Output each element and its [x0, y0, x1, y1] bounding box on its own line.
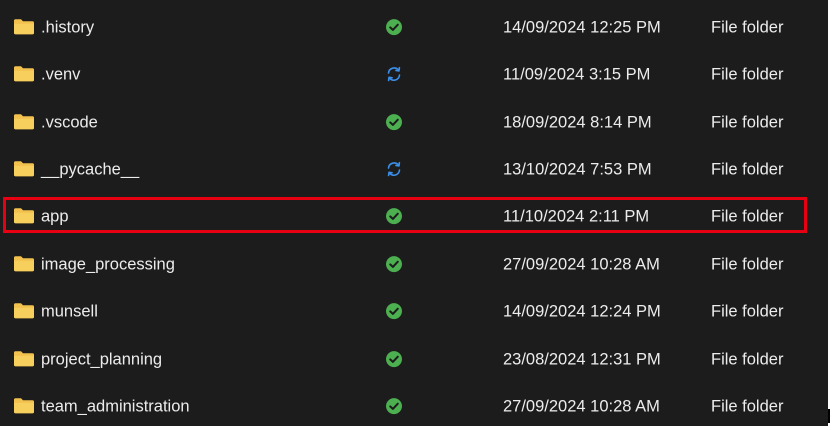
folder-icon	[13, 397, 35, 413]
synced-status-icon	[385, 350, 403, 368]
date-modified: 23/08/2024 12:31 PM	[503, 350, 661, 368]
file-name: .vscode	[41, 113, 98, 131]
file-name: app	[41, 207, 69, 225]
folder-icon	[13, 255, 35, 271]
file-name: image_processing	[41, 255, 175, 273]
file-list: .history 14/09/2024 12:25 PM File folder…	[0, 0, 828, 426]
edge-mark	[828, 409, 830, 423]
folder-icon	[13, 160, 35, 176]
file-type: File folder	[711, 18, 784, 36]
file-type: File folder	[711, 160, 784, 178]
synced-status-icon	[385, 18, 403, 36]
file-type: File folder	[711, 65, 784, 83]
folder-icon	[13, 207, 35, 223]
folder-icon	[13, 113, 35, 129]
date-modified: 14/09/2024 12:24 PM	[503, 302, 661, 320]
synced-status-icon	[385, 207, 403, 225]
folder-icon	[13, 65, 35, 81]
folder-icon	[13, 302, 35, 318]
folder-icon	[13, 18, 35, 34]
file-row-vscode[interactable]: .vscode 18/09/2024 8:14 PM File folder	[0, 99, 828, 146]
date-modified: 14/09/2024 12:25 PM	[503, 18, 661, 36]
date-modified: 11/10/2024 2:11 PM	[503, 207, 650, 225]
file-row-project-planning[interactable]: project_planning 23/08/2024 12:31 PM Fil…	[0, 336, 828, 383]
file-name: team_administration	[41, 397, 190, 415]
sync-pending-icon	[385, 160, 403, 178]
synced-status-icon	[385, 255, 403, 273]
file-type: File folder	[711, 255, 784, 273]
date-modified: 11/09/2024 3:15 PM	[503, 65, 651, 83]
file-type: File folder	[711, 397, 784, 415]
sync-pending-icon	[385, 65, 403, 83]
file-type: File folder	[711, 302, 784, 320]
synced-status-icon	[385, 397, 403, 415]
date-modified: 27/09/2024 10:28 AM	[503, 255, 660, 273]
file-row-pycache[interactable]: __pycache__ 13/10/2024 7:53 PM File fold…	[0, 146, 828, 193]
file-type: File folder	[711, 113, 784, 131]
file-row-team-administration[interactable]: team_administration 27/09/2024 10:28 AM …	[0, 383, 828, 430]
synced-status-icon	[385, 113, 403, 131]
file-name: .history	[41, 18, 95, 36]
file-type: File folder	[711, 207, 784, 225]
file-name: munsell	[41, 302, 98, 320]
synced-status-icon	[385, 302, 403, 320]
file-row-munsell[interactable]: munsell 14/09/2024 12:24 PM File folder	[0, 288, 828, 335]
date-modified: 27/09/2024 10:28 AM	[503, 397, 660, 415]
file-name: __pycache__	[41, 160, 140, 178]
file-row-venv[interactable]: .venv 11/09/2024 3:15 PM File folder	[0, 51, 828, 98]
date-modified: 18/09/2024 8:14 PM	[503, 113, 652, 131]
date-modified: 13/10/2024 7:53 PM	[503, 160, 652, 178]
file-name: project_planning	[41, 350, 163, 368]
file-name: .venv	[41, 65, 81, 83]
file-row-history[interactable]: .history 14/09/2024 12:25 PM File folder	[0, 4, 828, 51]
file-row-image-processing[interactable]: image_processing 27/09/2024 10:28 AM Fil…	[0, 241, 828, 288]
file-type: File folder	[711, 350, 784, 368]
folder-icon	[13, 350, 35, 366]
file-row-app[interactable]: app 11/10/2024 2:11 PM File folder	[0, 193, 828, 240]
